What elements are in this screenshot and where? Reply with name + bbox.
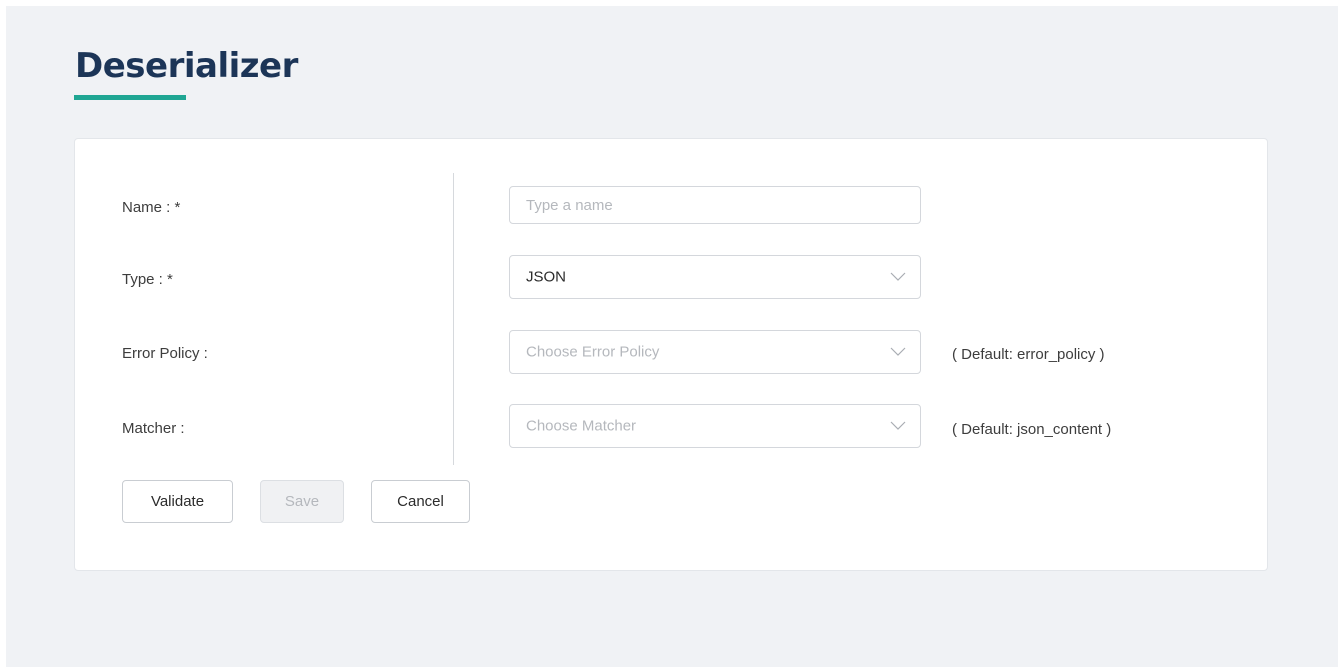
chevron-down-icon <box>890 347 906 356</box>
error-policy-label: Error Policy : <box>122 345 208 362</box>
type-label: Type : * <box>122 271 173 288</box>
type-selected-value: JSON <box>526 268 567 286</box>
matcher-default-hint: ( Default: json_content ) <box>952 421 1112 438</box>
matcher-label: Matcher : <box>122 420 185 437</box>
name-input[interactable] <box>510 187 920 223</box>
error-policy-select[interactable]: Choose Error Policy <box>509 330 921 374</box>
type-select[interactable]: JSON <box>509 255 921 299</box>
deserializer-form-card: Name : * Type : * JSON Error Policy : Ch… <box>74 138 1268 571</box>
cancel-button[interactable]: Cancel <box>371 480 470 523</box>
error-policy-placeholder: Choose Error Policy <box>526 343 660 361</box>
name-label: Name : * <box>122 199 181 216</box>
validate-button[interactable]: Validate <box>122 480 233 523</box>
error-policy-default-hint: ( Default: error_policy ) <box>952 346 1105 363</box>
page-title: Deserializer <box>75 46 298 86</box>
matcher-placeholder: Choose Matcher <box>526 417 637 435</box>
form-divider <box>453 173 454 465</box>
chevron-down-icon <box>890 272 906 281</box>
chevron-down-icon <box>890 421 906 430</box>
page-background: Deserializer Name : * Type : * JSON Erro… <box>6 6 1338 667</box>
name-field-wrapper <box>509 186 921 224</box>
matcher-select[interactable]: Choose Matcher <box>509 404 921 448</box>
save-button[interactable]: Save <box>260 480 344 523</box>
title-underline <box>74 95 186 100</box>
